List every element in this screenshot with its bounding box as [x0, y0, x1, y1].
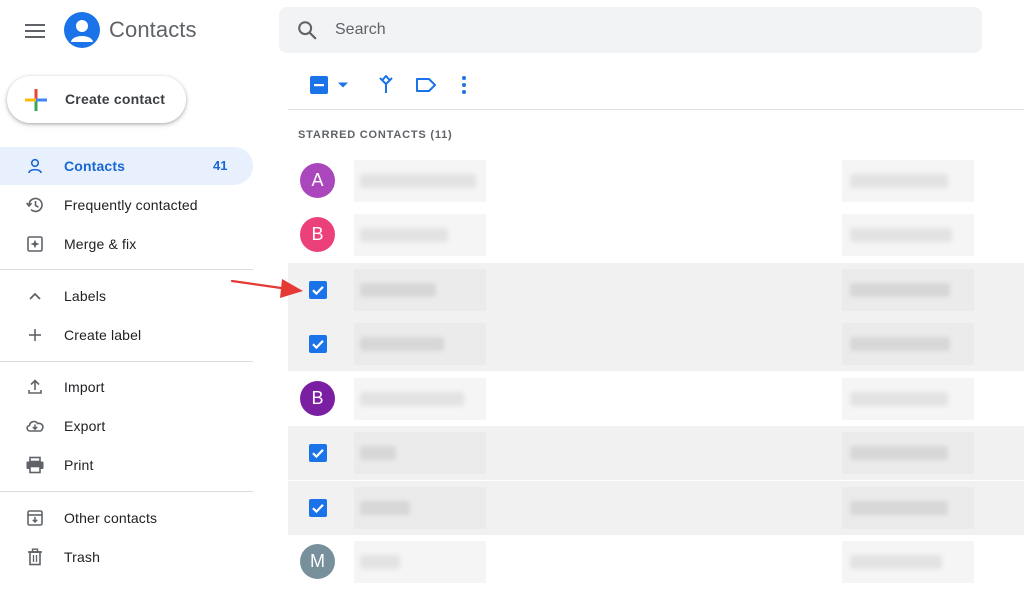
blurred-contact-detail [842, 487, 974, 529]
trash-icon [24, 546, 46, 568]
contact-row[interactable]: A [288, 154, 1024, 208]
more-options-button[interactable] [452, 73, 476, 97]
search-bar[interactable] [279, 7, 982, 53]
main-menu-button[interactable] [18, 14, 52, 48]
blurred-contact-detail [842, 214, 974, 256]
blurred-contact-detail [842, 432, 974, 474]
avatar[interactable]: M [300, 544, 335, 579]
sidebar-item-contacts[interactable]: Contacts 41 [0, 147, 253, 185]
blurred-contact-detail [842, 378, 974, 420]
upload-icon [24, 376, 46, 398]
blurred-contact-name [354, 214, 486, 256]
more-vert-icon [462, 76, 466, 94]
sidebar-item-label: Merge & fix [64, 236, 137, 252]
blurred-contact-name [354, 323, 486, 365]
avatar[interactable]: A [300, 163, 335, 198]
row-checkbox[interactable] [309, 444, 327, 462]
sidebar-item-label: Import [64, 379, 105, 395]
contact-row[interactable] [288, 263, 1024, 317]
sidebar-item-other-contacts[interactable]: Other contacts [0, 499, 253, 537]
contacts-logo-icon [64, 12, 100, 48]
label-button[interactable] [414, 73, 438, 97]
blurred-contact-name [354, 378, 486, 420]
avatar-letter: M [310, 551, 325, 571]
sidebar-item-label: Other contacts [64, 510, 158, 526]
sidebar-item-label: Create label [64, 327, 142, 343]
checkmark-icon [312, 340, 324, 350]
avatar[interactable]: B [300, 381, 335, 416]
colorful-plus-icon [25, 89, 47, 111]
sidebar-item-print[interactable]: Print [0, 446, 253, 484]
merge-fix-icon [24, 233, 46, 255]
chevron-up-icon [24, 285, 46, 307]
create-contact-button[interactable]: Create contact [7, 76, 186, 123]
annotation-arrow-icon [230, 279, 303, 298]
contact-row[interactable] [288, 426, 1024, 480]
section-title: STARRED CONTACTS (11) [298, 129, 453, 141]
blurred-contact-name [354, 269, 486, 311]
contact-row[interactable] [288, 317, 1024, 371]
select-options-dropdown[interactable] [331, 73, 355, 97]
contact-row[interactable]: B [288, 208, 1024, 262]
printer-icon [24, 454, 46, 476]
sidebar-item-frequently-contacted[interactable]: Frequently contacted [0, 186, 253, 224]
blurred-contact-detail [842, 323, 974, 365]
checkmark-icon [312, 286, 324, 296]
blurred-contact-name [354, 487, 486, 529]
dropdown-arrow-icon [338, 82, 348, 88]
select-all-checkbox[interactable] [307, 73, 331, 97]
sidebar-divider [0, 361, 253, 362]
blurred-contact-detail [842, 541, 974, 583]
blurred-contact-name [354, 541, 486, 583]
sidebar-item-create-label[interactable]: Create label [0, 316, 253, 354]
checkmark-icon [312, 449, 324, 459]
avatar[interactable]: B [300, 217, 335, 252]
contact-row[interactable]: B [288, 372, 1024, 426]
sidebar-item-import[interactable]: Import [0, 368, 253, 406]
sidebar-item-label: Export [64, 418, 106, 434]
blurred-contact-detail [842, 269, 974, 311]
sidebar-item-label: Trash [64, 549, 101, 565]
sidebar-item-labels[interactable]: Labels [0, 277, 253, 315]
history-icon [24, 194, 46, 216]
sidebar-item-label: Print [64, 457, 94, 473]
avatar-letter: B [311, 224, 324, 244]
sidebar-item-label: Labels [64, 288, 107, 304]
sidebar-item-label: Frequently contacted [64, 197, 198, 213]
contact-row[interactable]: M [288, 535, 1024, 589]
avatar-letter: A [311, 170, 324, 190]
avatar-letter: B [311, 388, 324, 408]
list-toolbar [288, 60, 1024, 110]
select-partial-checkbox-icon [310, 76, 328, 94]
merge-icon [379, 75, 393, 93]
contacts-count-badge: 41 [213, 158, 228, 173]
sidebar-item-trash[interactable]: Trash [0, 538, 253, 576]
create-contact-label: Create contact [65, 91, 166, 107]
plus-icon [24, 324, 46, 346]
search-icon[interactable] [296, 19, 318, 41]
search-input[interactable] [335, 7, 955, 53]
contact-row[interactable] [288, 481, 1024, 535]
sidebar-divider [0, 269, 253, 270]
sidebar-item-label: Contacts [64, 158, 126, 174]
sidebar-divider [0, 491, 253, 492]
sidebar-item-merge-fix[interactable]: Merge & fix [0, 225, 253, 263]
blurred-contact-name [354, 160, 486, 202]
archive-icon [24, 507, 46, 529]
person-icon [24, 155, 46, 177]
hamburger-menu-icon [25, 24, 45, 38]
cloud-download-icon [24, 415, 46, 437]
row-checkbox[interactable] [309, 281, 327, 299]
row-checkbox[interactable] [309, 499, 327, 517]
blurred-contact-detail [842, 160, 974, 202]
merge-button[interactable] [374, 73, 398, 97]
sidebar-item-export[interactable]: Export [0, 407, 253, 445]
row-checkbox[interactable] [309, 335, 327, 353]
label-icon [416, 78, 436, 92]
app-title: Contacts [109, 17, 197, 42]
checkmark-icon [312, 504, 324, 514]
blurred-contact-name [354, 432, 486, 474]
